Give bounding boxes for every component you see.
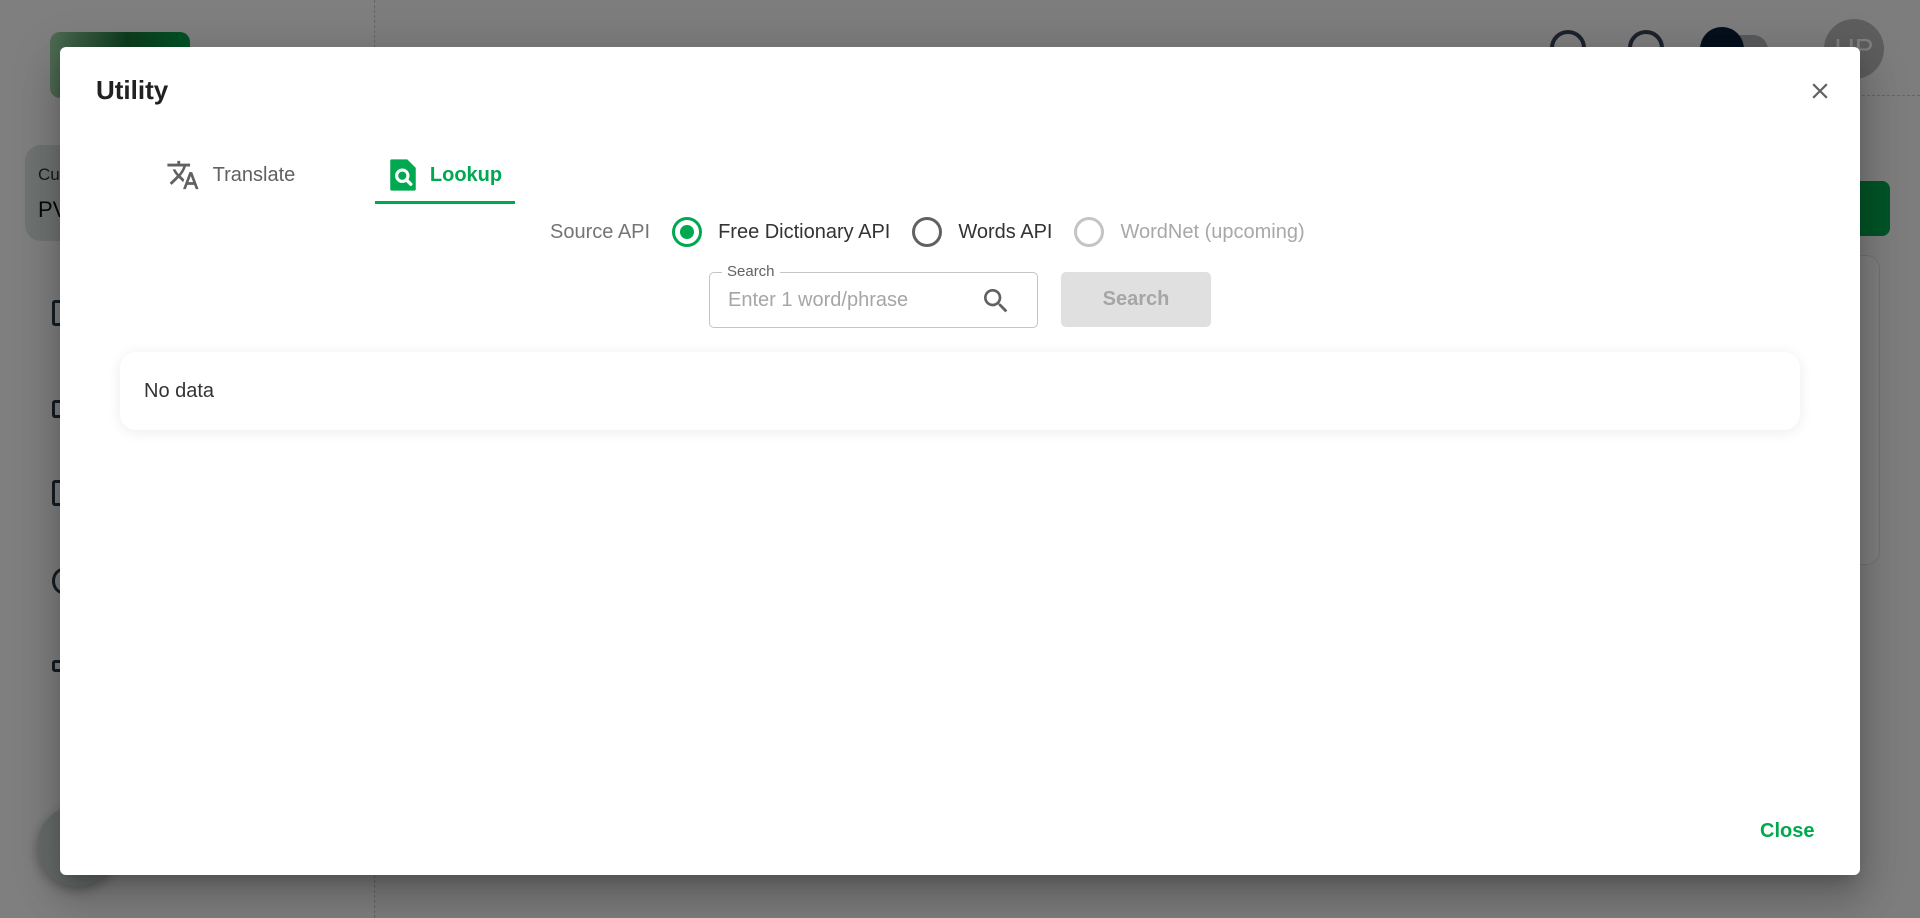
close-icon — [1812, 83, 1828, 99]
close-icon-button[interactable] — [1802, 73, 1838, 109]
no-data-text: No data — [144, 379, 215, 402]
search-legend: Search — [722, 263, 780, 280]
tab-translate-label: Translate — [212, 163, 296, 186]
radio-label: Free Dictionary API — [718, 220, 891, 243]
radio-free-dictionary-api[interactable]: Free Dictionary API — [672, 217, 890, 247]
close-button[interactable]: Close — [1760, 820, 1814, 843]
source-api-group: Source API Free Dictionary API Words API… — [550, 212, 1327, 252]
search-input[interactable] — [728, 285, 968, 315]
radio-wordnet: WordNet (upcoming) — [1074, 217, 1305, 247]
radio-words-api[interactable]: Words API — [912, 217, 1052, 247]
translate-icon — [167, 160, 199, 190]
radio-unchecked-icon[interactable] — [912, 217, 943, 247]
source-api-label: Source API — [550, 220, 651, 243]
search-button[interactable]: Search — [1061, 272, 1211, 327]
tab-lookup[interactable]: Lookup — [375, 121, 515, 233]
radio-disabled-icon — [1074, 217, 1105, 247]
tab-translate[interactable]: Translate — [120, 121, 340, 233]
dialog-title: Utility — [96, 75, 169, 105]
radio-label: Words API — [958, 220, 1053, 243]
document-search-icon — [390, 159, 416, 191]
utility-dialog: Utility Translate Lookup Source API Free… — [60, 47, 1860, 875]
result-card: No data — [120, 352, 1800, 430]
radio-checked-icon[interactable] — [672, 217, 703, 247]
radio-label: WordNet (upcoming) — [1120, 220, 1305, 243]
search-field: Search — [709, 263, 1038, 328]
tab-lookup-label: Lookup — [429, 163, 503, 186]
tab-bar: Translate Lookup — [120, 121, 515, 233]
search-icon[interactable] — [980, 285, 1012, 317]
